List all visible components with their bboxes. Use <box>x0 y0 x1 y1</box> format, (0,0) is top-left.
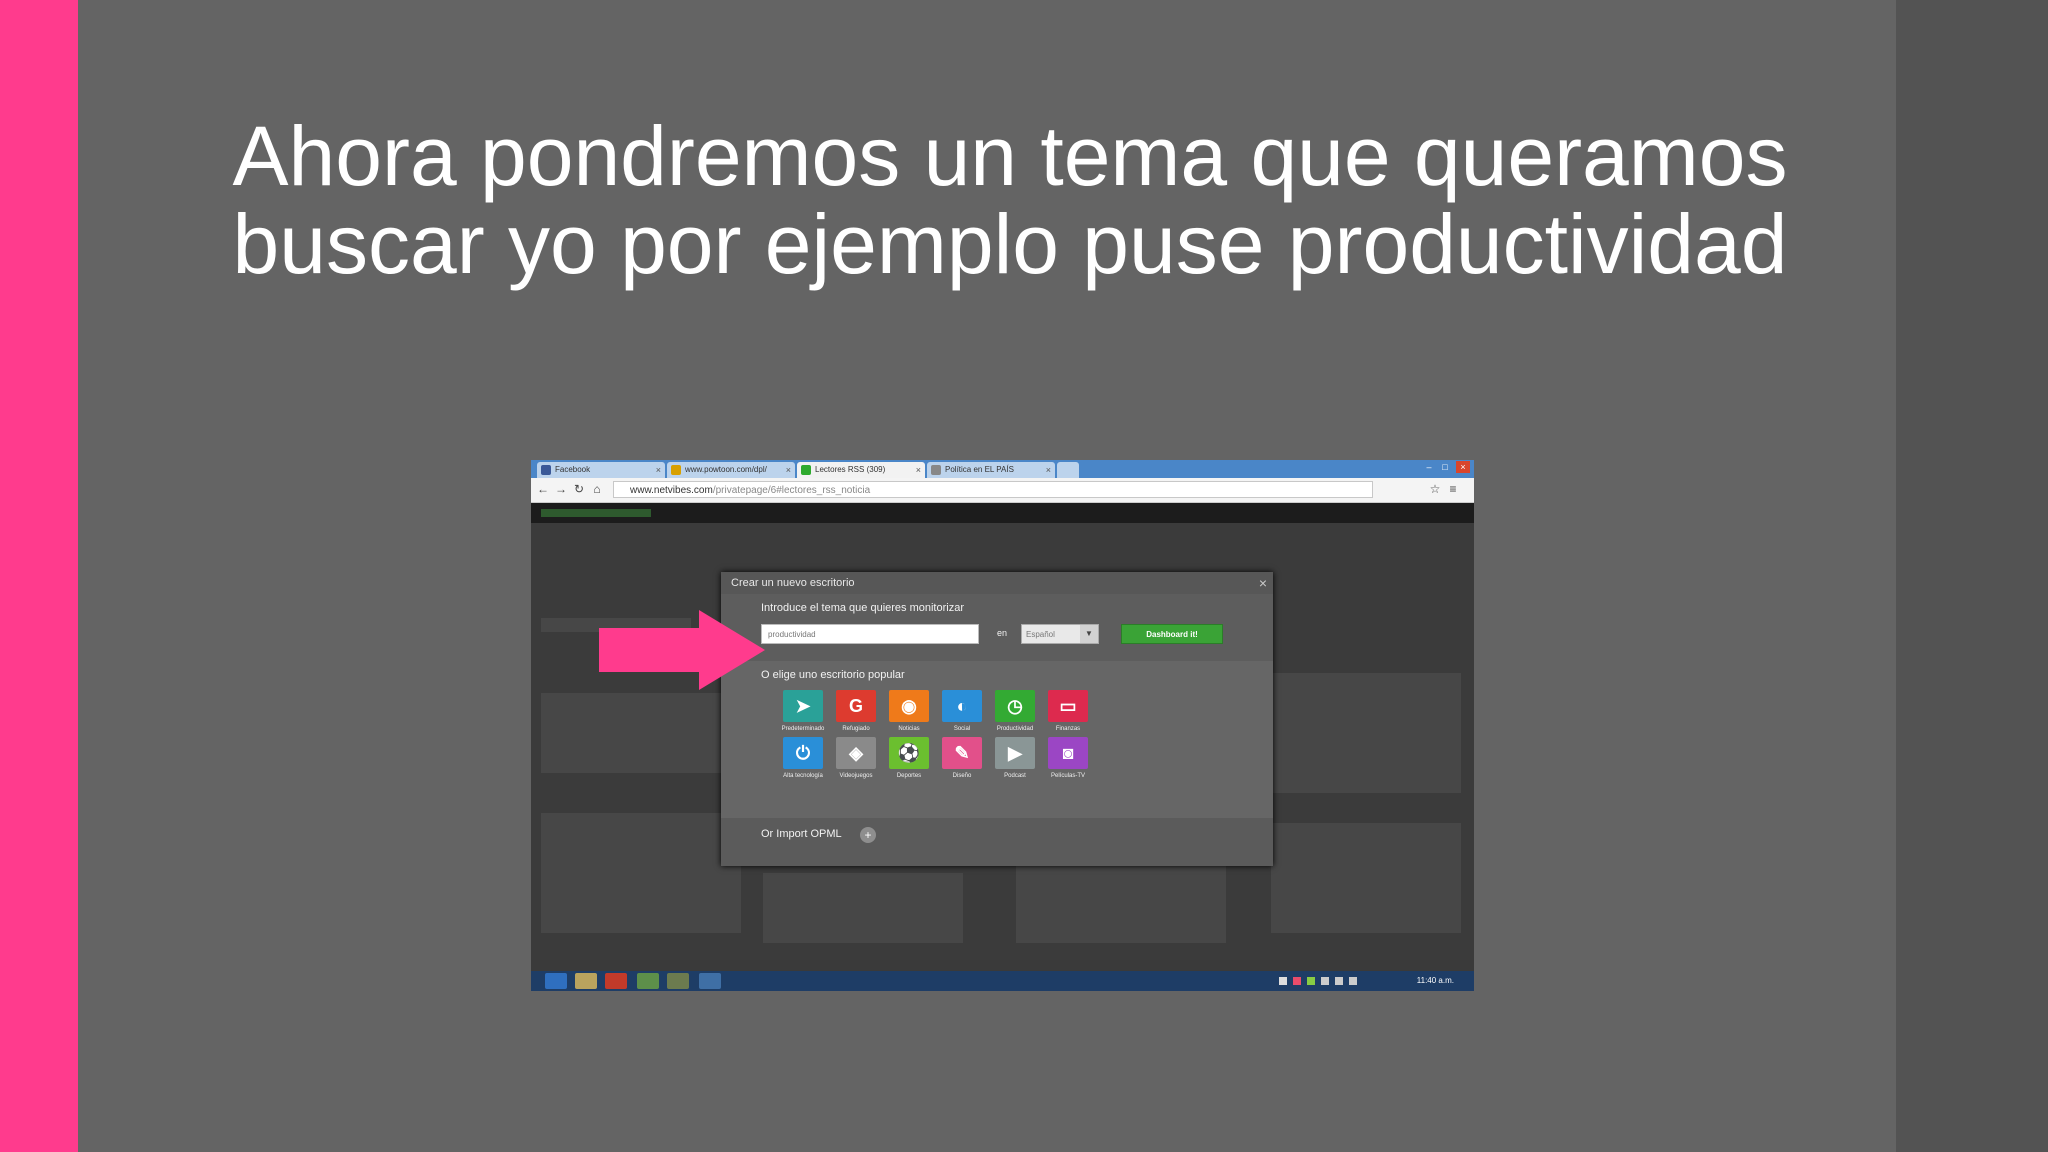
topic-label: Introduce el tema que quieres monitoriza… <box>761 602 964 614</box>
url-path: /privatepage/6#lectores_rss_noticia <box>712 485 871 496</box>
maximize-icon[interactable]: □ <box>1438 461 1452 473</box>
tray-icon[interactable] <box>1293 977 1301 985</box>
tile-11[interactable]: ◙ Películas-TV <box>1033 737 1095 795</box>
gamepad-icon: ◈ <box>836 737 876 769</box>
tab-elpais[interactable]: Política en EL PAÍS × <box>927 462 1055 478</box>
film-icon: ◙ <box>1048 737 1088 769</box>
pencil-icon: ✎ <box>942 737 982 769</box>
clock-icon: ◷ <box>995 690 1035 722</box>
forward-arrow-icon[interactable]: → <box>553 481 569 497</box>
reload-icon[interactable]: ↻ <box>571 481 587 497</box>
accent-bar <box>0 0 78 1152</box>
language-select[interactable]: Español ▼ <box>1021 624 1099 644</box>
popular-label: O elige uno escritorio popular <box>761 669 905 681</box>
tab-facebook[interactable]: Facebook × <box>537 462 665 478</box>
close-icon[interactable]: × <box>1259 572 1267 594</box>
chevron-down-icon: ▼ <box>1080 625 1098 643</box>
plus-icon[interactable]: + <box>860 827 876 843</box>
tab-label: Política en EL PAÍS <box>945 465 1014 474</box>
close-icon[interactable]: × <box>656 462 661 478</box>
create-desktop-dialog: Crear un nuevo escritorio × Introduce el… <box>721 572 1273 866</box>
tile-label: Películas-TV <box>1050 773 1085 779</box>
browser-screenshot: Facebook × www.powtoon.com/dpl/ × Lector… <box>531 460 1474 991</box>
tray-icon[interactable] <box>1279 977 1287 985</box>
tab-label: Facebook <box>555 465 591 474</box>
dialog-header: Crear un nuevo escritorio × <box>721 572 1273 594</box>
topic-input[interactable]: productividad <box>761 624 979 644</box>
home-icon[interactable]: ⌂ <box>589 481 605 497</box>
volume-icon[interactable] <box>1349 977 1357 985</box>
url-domain: www.netvibes.com <box>630 485 713 496</box>
tab-netvibes[interactable]: Lectores RSS (309) × <box>797 462 925 478</box>
close-window-icon[interactable]: × <box>1456 461 1470 473</box>
money-icon: ▭ <box>1048 690 1088 722</box>
tab-powtoon[interactable]: www.powtoon.com/dpl/ × <box>667 462 795 478</box>
import-opml-link[interactable]: Or Import OPML <box>761 828 842 840</box>
side-panel <box>1896 0 2048 1152</box>
netvibes-icon <box>801 465 811 475</box>
close-icon[interactable]: × <box>786 462 791 478</box>
language-value: Español <box>1026 630 1055 639</box>
app-icon[interactable] <box>699 973 721 989</box>
trophy-icon <box>671 465 681 475</box>
close-icon[interactable]: × <box>1046 462 1051 478</box>
toolbar-menu <box>541 509 651 517</box>
import-section: Or Import OPML + <box>721 818 1273 866</box>
dashboard-it-button[interactable]: Dashboard it! <box>1121 624 1223 644</box>
tab-label: Lectores RSS (309) <box>815 465 886 474</box>
star-icon[interactable]: ☆ <box>1427 481 1443 497</box>
tab-bar: Facebook × www.powtoon.com/dpl/ × Lector… <box>531 460 1474 478</box>
menu-icon[interactable]: ≡ <box>1445 481 1461 497</box>
site-toolbar <box>531 503 1474 523</box>
dialog-title: Crear un nuevo escritorio <box>731 577 855 589</box>
back-arrow-icon[interactable]: ← <box>535 481 551 497</box>
rss-icon: ◉ <box>889 690 929 722</box>
taskbar-clock: 11:40 a.m. <box>1416 976 1454 985</box>
pink-arrow <box>599 610 765 690</box>
folder-icon[interactable] <box>575 973 597 989</box>
bird-icon: ◐ <box>942 690 982 722</box>
facebook-icon <box>541 465 551 475</box>
new-tab-button[interactable] <box>1057 462 1079 478</box>
flag-icon[interactable] <box>1321 977 1329 985</box>
cursor-icon: ➤ <box>783 690 823 722</box>
title-line-1: Ahora pondremos un tema que queramos <box>232 109 1788 203</box>
network-icon[interactable] <box>1335 977 1343 985</box>
chrome-icon[interactable] <box>637 973 659 989</box>
nav-bar: ← → ↻ ⌂ www.netvibes.com/privatepage/6#l… <box>531 478 1474 503</box>
media-icon[interactable] <box>605 973 627 989</box>
close-icon[interactable]: × <box>916 462 921 478</box>
page-icon <box>931 465 941 475</box>
play-icon: ▶ <box>995 737 1035 769</box>
windows-taskbar: 11:40 a.m. <box>531 971 1474 991</box>
tile-label: Finanzas <box>1055 726 1081 732</box>
ie-icon[interactable] <box>545 973 567 989</box>
title-line-2: buscar yo por ejemplo puse productividad <box>232 197 1788 291</box>
minimize-icon[interactable]: – <box>1422 461 1436 473</box>
google-icon: G <box>836 690 876 722</box>
address-bar[interactable]: www.netvibes.com/privatepage/6#lectores_… <box>613 481 1373 498</box>
app-icon[interactable] <box>667 973 689 989</box>
power-icon: ⏻ <box>783 737 823 769</box>
tab-label: www.powtoon.com/dpl/ <box>685 465 767 474</box>
in-label: en <box>997 628 1008 638</box>
tray-icon[interactable] <box>1307 977 1315 985</box>
slide-title: Ahora pondremos un tema que queramos bus… <box>170 112 1850 288</box>
ball-icon: ⚽ <box>889 737 929 769</box>
